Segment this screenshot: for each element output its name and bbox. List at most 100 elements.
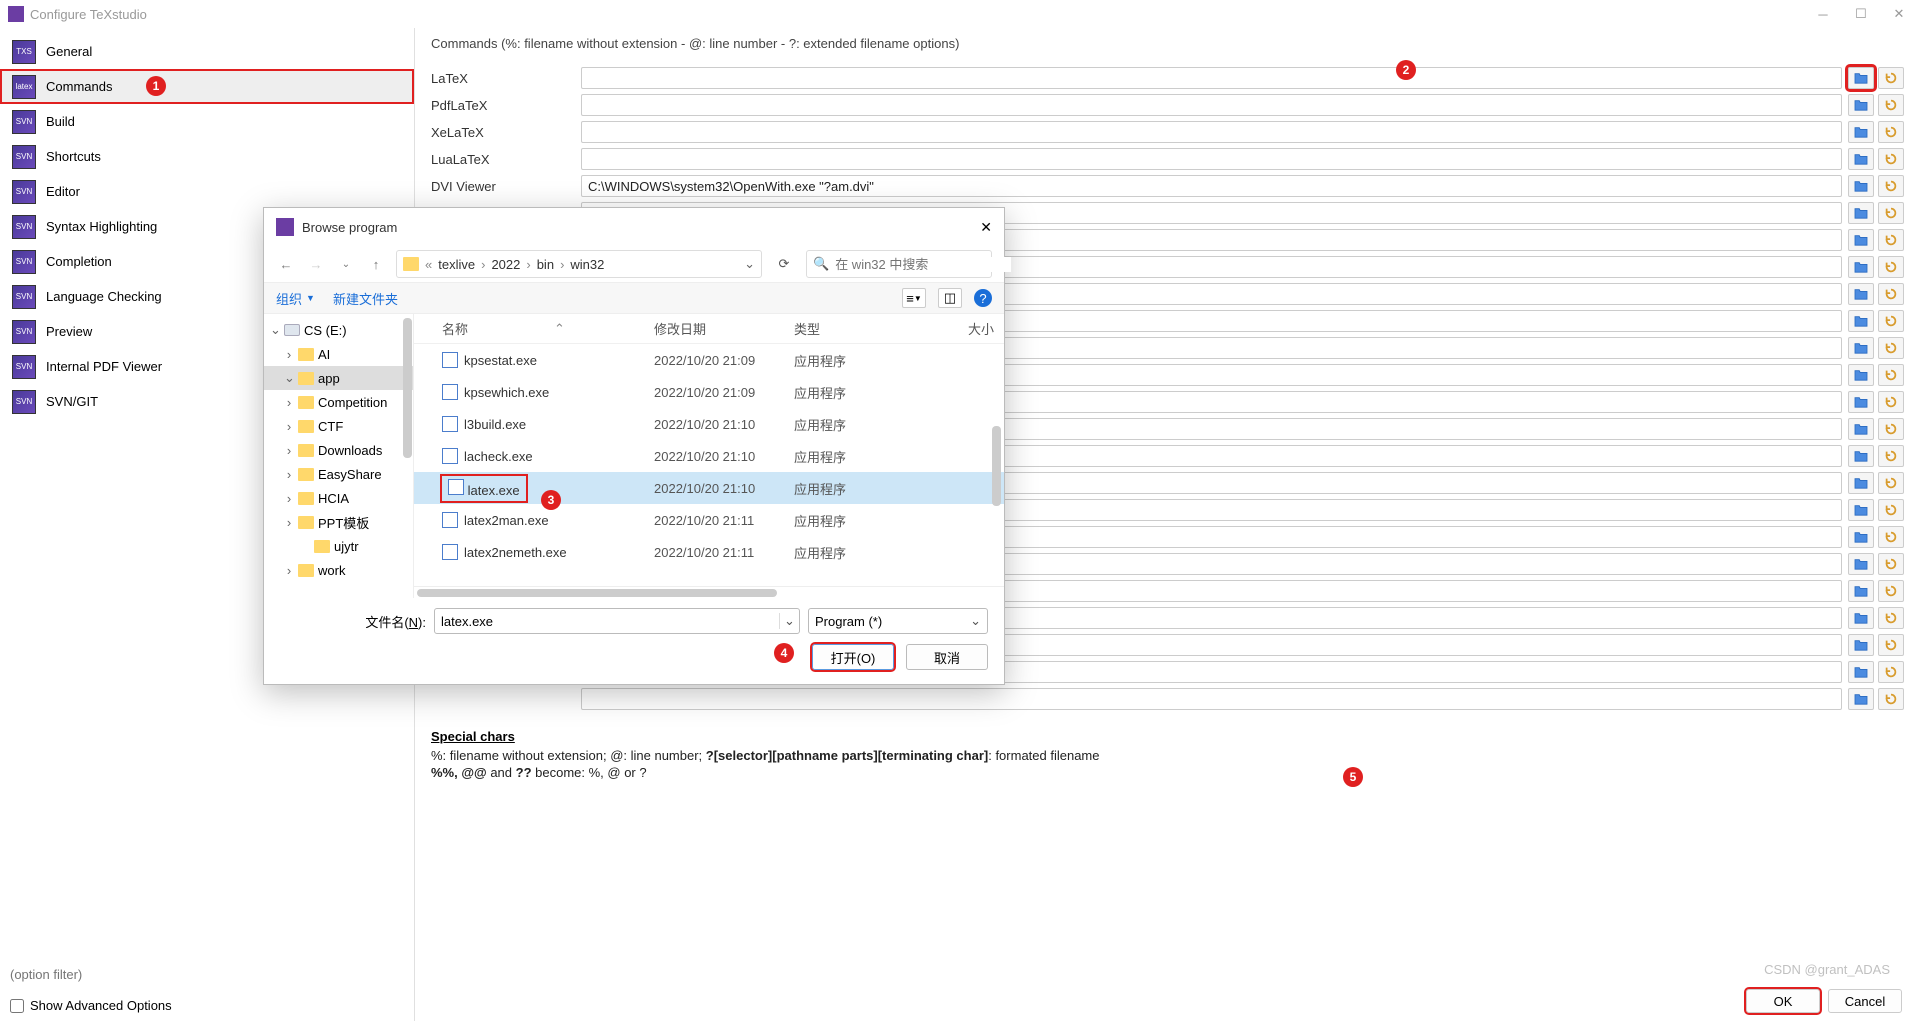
dialog-close-icon[interactable]: ✕ (980, 219, 992, 236)
sidebar-item-shortcuts[interactable]: SVNShortcuts (0, 139, 414, 174)
reset-button[interactable] (1878, 148, 1904, 170)
tree-expand-icon[interactable]: › (284, 419, 294, 434)
window-close[interactable]: ✕ (1890, 5, 1908, 23)
reset-button[interactable] (1878, 526, 1904, 548)
tree-node[interactable]: ⌄CS (E:) (264, 318, 413, 342)
file-row[interactable]: kpsestat.exe2022/10/20 21:09应用程序 (414, 344, 1004, 376)
reset-button[interactable] (1878, 337, 1904, 359)
file-hscrollbar[interactable] (414, 586, 1004, 598)
tree-expand-icon[interactable]: › (284, 491, 294, 506)
reset-button[interactable] (1878, 67, 1904, 89)
browse-button[interactable] (1848, 499, 1874, 521)
reset-button[interactable] (1878, 175, 1904, 197)
tree-expand-icon[interactable]: ⌄ (270, 322, 280, 338)
tree-node[interactable]: ›PPT模板 (264, 510, 413, 534)
browse-button[interactable] (1848, 472, 1874, 494)
open-button[interactable]: 打开(O) (812, 644, 894, 670)
command-input[interactable] (581, 121, 1842, 143)
reset-button[interactable] (1878, 121, 1904, 143)
view-mode-button[interactable]: ≡ ▼ (902, 288, 926, 308)
tree-node[interactable]: ›work (264, 558, 413, 582)
reset-button[interactable] (1878, 634, 1904, 656)
tree-node[interactable]: ›Competition (264, 390, 413, 414)
browse-button[interactable] (1848, 526, 1874, 548)
search-box[interactable]: 🔍 (806, 250, 992, 278)
reset-button[interactable] (1878, 310, 1904, 332)
tree-expand-icon[interactable]: › (284, 467, 294, 482)
file-row[interactable]: latex2man.exe2022/10/20 21:11应用程序 (414, 504, 1004, 536)
tree-scrollbar[interactable] (401, 316, 413, 596)
ok-button[interactable]: OK (1746, 989, 1820, 1013)
chevron-down-icon[interactable]: ⌄ (744, 256, 755, 272)
sidebar-item-build[interactable]: SVNBuild (0, 104, 414, 139)
command-input[interactable] (581, 175, 1842, 197)
reset-button[interactable] (1878, 94, 1904, 116)
refresh-icon[interactable]: ⟳ (772, 252, 796, 276)
reset-button[interactable] (1878, 499, 1904, 521)
option-filter-input[interactable] (10, 967, 404, 982)
browse-button[interactable] (1848, 337, 1874, 359)
crumb-0[interactable]: texlive (438, 257, 475, 272)
browse-button[interactable] (1848, 364, 1874, 386)
reset-button[interactable] (1878, 688, 1904, 710)
nav-up-icon[interactable]: ↑ (366, 254, 386, 274)
tree-node[interactable]: ujytr (264, 534, 413, 558)
tree-node[interactable]: ›AI (264, 342, 413, 366)
breadcrumb[interactable]: « texlive › 2022 › bin › win32 ⌄ (396, 250, 762, 278)
reset-button[interactable] (1878, 283, 1904, 305)
preview-pane-button[interactable]: ◫ (938, 288, 962, 308)
dialog-cancel-button[interactable]: 取消 (906, 644, 988, 670)
reset-button[interactable] (1878, 391, 1904, 413)
browse-button[interactable] (1848, 121, 1874, 143)
reset-button[interactable] (1878, 364, 1904, 386)
search-input[interactable] (835, 257, 1011, 272)
crumb-2[interactable]: bin (537, 257, 554, 272)
filename-dropdown-icon[interactable]: ⌄ (779, 613, 799, 629)
file-row[interactable]: lacheck.exe2022/10/20 21:10应用程序 (414, 440, 1004, 472)
col-size[interactable]: 大小 (904, 319, 994, 338)
browse-button[interactable] (1848, 607, 1874, 629)
tree-node[interactable]: ›EasyShare (264, 462, 413, 486)
window-minimize[interactable]: ─ (1814, 5, 1832, 23)
browse-button[interactable] (1848, 661, 1874, 683)
col-name[interactable]: 名称 (442, 319, 468, 338)
col-type[interactable]: 类型 (794, 319, 904, 338)
nav-forward-icon[interactable]: → (306, 254, 326, 274)
tree-expand-icon[interactable]: › (284, 515, 294, 530)
sidebar-item-editor[interactable]: SVNEditor (0, 174, 414, 209)
reset-button[interactable] (1878, 607, 1904, 629)
reset-button[interactable] (1878, 580, 1904, 602)
command-input[interactable] (581, 67, 1842, 89)
new-folder-button[interactable]: 新建文件夹 (333, 289, 398, 308)
tree-expand-icon[interactable]: › (284, 347, 294, 362)
tree-expand-icon[interactable]: ⌄ (284, 370, 294, 386)
show-advanced-checkbox[interactable] (10, 999, 24, 1013)
file-row[interactable]: kpsewhich.exe2022/10/20 21:09应用程序 (414, 376, 1004, 408)
tree-expand-icon[interactable]: › (284, 443, 294, 458)
tree-node[interactable]: ›HCIA (264, 486, 413, 510)
filename-input[interactable] (435, 614, 779, 629)
browse-button[interactable] (1848, 94, 1874, 116)
help-icon[interactable]: ? (974, 289, 992, 307)
reset-button[interactable] (1878, 472, 1904, 494)
window-maximize[interactable]: ☐ (1852, 5, 1870, 23)
file-row[interactable]: latex2nemeth.exe2022/10/20 21:11应用程序 (414, 536, 1004, 568)
tree-expand-icon[interactable]: › (284, 395, 294, 410)
browse-button[interactable] (1848, 256, 1874, 278)
browse-button[interactable] (1848, 445, 1874, 467)
tree-node[interactable]: ⌄app (264, 366, 413, 390)
reset-button[interactable] (1878, 418, 1904, 440)
tree-expand-icon[interactable]: › (284, 563, 294, 578)
browse-button[interactable] (1848, 148, 1874, 170)
file-row[interactable]: l3build.exe2022/10/20 21:10应用程序 (414, 408, 1004, 440)
browse-button[interactable] (1848, 310, 1874, 332)
reset-button[interactable] (1878, 445, 1904, 467)
cancel-button[interactable]: Cancel (1828, 989, 1902, 1013)
reset-button[interactable] (1878, 553, 1904, 575)
file-row[interactable]: latex.exe2022/10/20 21:10应用程序 (414, 472, 1004, 504)
col-date[interactable]: 修改日期 (654, 319, 794, 338)
browse-button[interactable] (1848, 634, 1874, 656)
reset-button[interactable] (1878, 256, 1904, 278)
browse-button[interactable] (1848, 553, 1874, 575)
reset-button[interactable] (1878, 229, 1904, 251)
